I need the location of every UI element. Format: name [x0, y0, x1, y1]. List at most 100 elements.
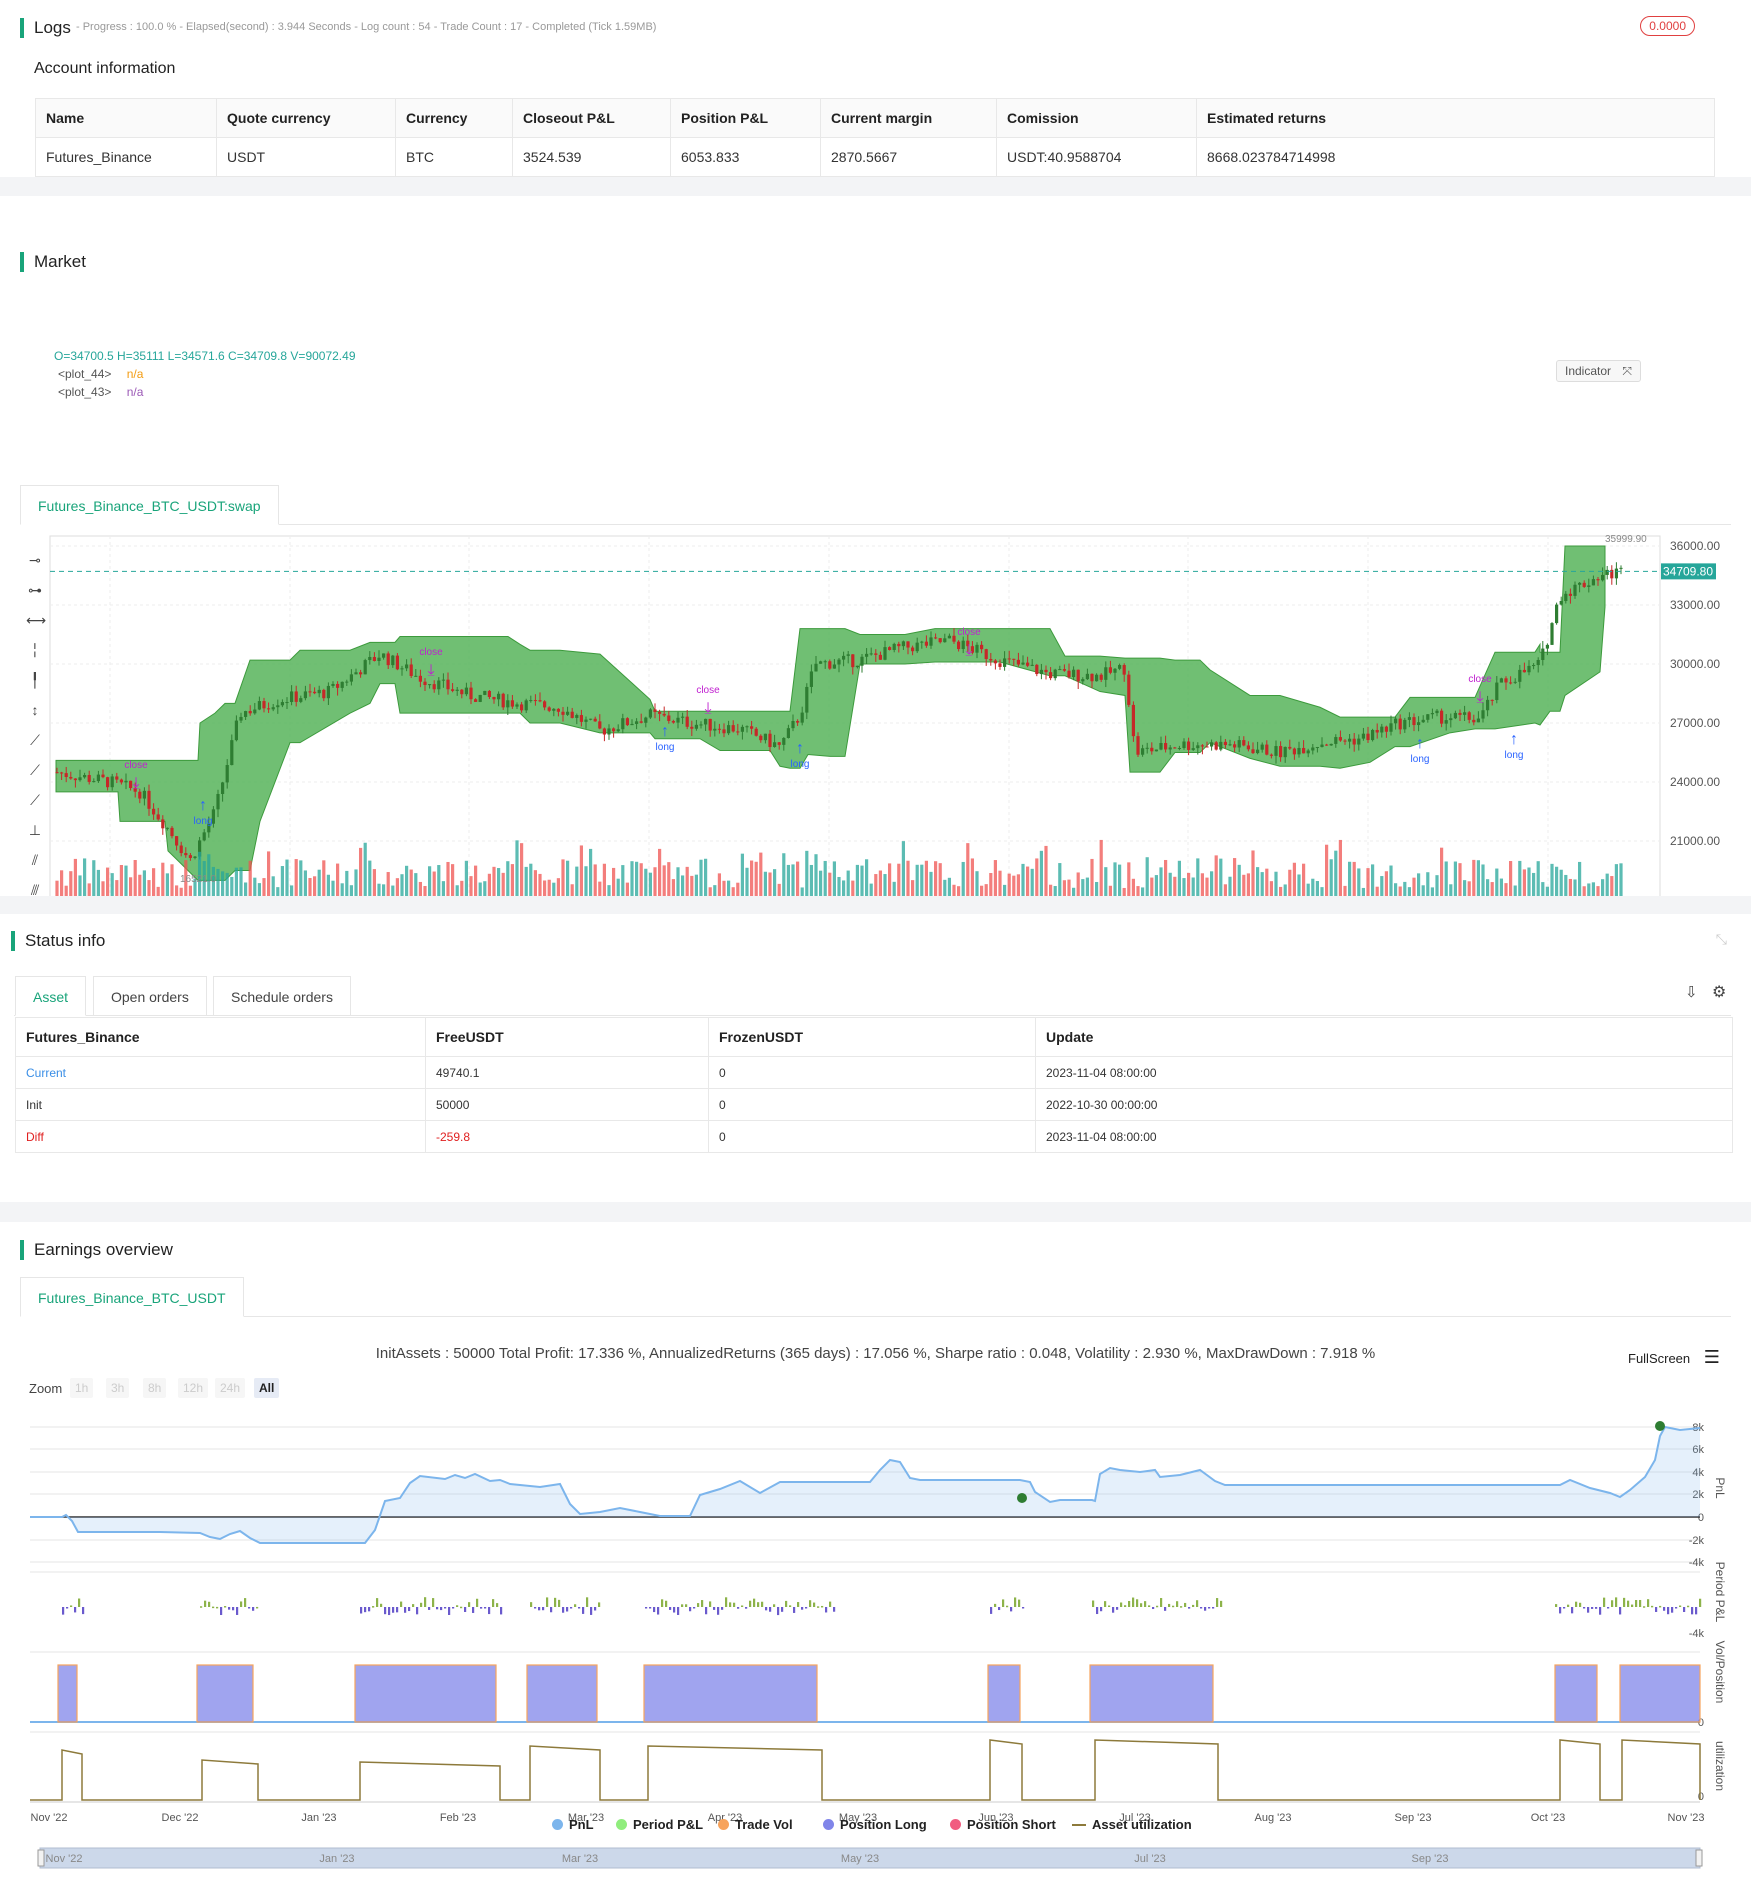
period-pnl-bar: [1567, 1604, 1570, 1607]
period-pnl-bar: [697, 1603, 700, 1607]
legend-label: PnL: [569, 1817, 594, 1832]
navigator-tick-label: Nov '22: [46, 1853, 83, 1865]
pnl-tick-label: -4k: [1689, 1557, 1705, 1569]
period-pnl-bar: [797, 1602, 800, 1607]
period-pnl-bar: [1128, 1600, 1131, 1607]
position-long-block: [1554, 1664, 1598, 1723]
period-pnl-bar: [590, 1607, 593, 1615]
legend-item[interactable]: Position Short: [950, 1817, 1056, 1832]
period-pnl-bar: [1116, 1607, 1119, 1610]
period-pnl-bar: [1212, 1607, 1215, 1609]
period-pnl-bar: [1611, 1600, 1614, 1607]
period-pnl-bar: [753, 1598, 756, 1607]
earnings-chart[interactable]: 8k6k4k2k0-2k-4kPnLPeriod P&LVol/Position…: [0, 0, 1751, 1900]
period-pnl-bar: [1599, 1607, 1602, 1615]
period-pnl-bar: [1635, 1600, 1638, 1607]
x-tick-label: Dec '22: [162, 1812, 199, 1824]
period-pnl-bar: [673, 1607, 676, 1613]
pnl-tick-label: -2k: [1689, 1535, 1705, 1547]
period-pnl-bar: [701, 1600, 704, 1607]
period-pnl-bar: [737, 1607, 740, 1609]
period-pnl-bar: [372, 1606, 375, 1608]
legend-marker: [718, 1819, 729, 1830]
legend-item[interactable]: Position Long: [823, 1817, 927, 1832]
legend-item[interactable]: PnL: [552, 1817, 594, 1832]
legend-item[interactable]: Asset utilization: [1072, 1817, 1192, 1832]
period-pnl-bar: [785, 1600, 788, 1607]
period-pnl-bar: [594, 1607, 597, 1611]
period-pnl-bar: [749, 1600, 752, 1607]
period-pnl-bar: [990, 1607, 993, 1614]
navigator-tick-label: Sep '23: [1412, 1853, 1449, 1865]
period-pnl-bar: [1683, 1607, 1686, 1612]
period-pnl-bar: [224, 1606, 227, 1608]
position-long-block: [526, 1664, 598, 1723]
period-pnl-bar: [204, 1600, 207, 1607]
period-pnl-bar: [236, 1607, 239, 1615]
period-pnl-bar: [566, 1607, 569, 1612]
period-pnl-bar: [713, 1607, 716, 1610]
period-pnl-bar: [364, 1607, 367, 1613]
period-pnl-bar: [829, 1601, 832, 1607]
period-pnl-bar: [801, 1607, 804, 1610]
period-pnl-bar: [1579, 1602, 1582, 1607]
period-pnl-bar: [538, 1607, 541, 1611]
period-pnl-bar: [1627, 1600, 1630, 1607]
period-pnl-bar: [598, 1602, 601, 1607]
navigator-tick-label: May '23: [841, 1853, 879, 1865]
legend-marker: [823, 1819, 834, 1830]
period-pnl-bar: [546, 1597, 549, 1607]
legend-label: Position Long: [840, 1817, 927, 1832]
period-pnl-bar: [1595, 1607, 1598, 1609]
position-long-block: [196, 1664, 254, 1723]
period-pnl-bar: [360, 1607, 363, 1614]
legend-item[interactable]: Period P&L: [616, 1817, 703, 1832]
period-pnl-bar: [212, 1606, 215, 1609]
legend-label: Position Short: [967, 1817, 1056, 1832]
axis-title: Period P&L: [1713, 1562, 1727, 1623]
period-pnl-bar: [765, 1607, 768, 1611]
period-pnl-bar: [1010, 1607, 1013, 1612]
period-pnl-bar: [1152, 1607, 1155, 1610]
period-pnl-bar: [62, 1607, 65, 1615]
period-pnl-bar: [657, 1607, 660, 1615]
period-pnl-bar: [1006, 1605, 1009, 1608]
period-pnl-bar: [1096, 1607, 1099, 1615]
period-pnl-bar: [813, 1602, 816, 1607]
period-pnl-bar: [669, 1607, 672, 1610]
period-pnl-bar: [578, 1607, 581, 1609]
period-pnl-bar: [653, 1607, 656, 1613]
x-tick-label: Nov '22: [31, 1812, 68, 1824]
period-pnl-bar: [777, 1607, 780, 1616]
legend-item[interactable]: Trade Vol: [718, 1817, 793, 1832]
period-pnl-bar: [685, 1604, 688, 1607]
period-pnl-bar: [582, 1607, 585, 1614]
period-pnl-bar: [745, 1607, 748, 1609]
period-pnl-bar: [496, 1603, 499, 1607]
period-pnl-bar: [1192, 1604, 1195, 1607]
period-pnl-bar: [1575, 1601, 1578, 1607]
period-pnl-bar: [1132, 1597, 1135, 1607]
period-pnl-bar: [460, 1606, 463, 1609]
x-tick-label: Sep '23: [1395, 1812, 1432, 1824]
period-pnl-bar: [717, 1607, 720, 1615]
period-pnl-bar: [488, 1607, 491, 1615]
legend-marker: [552, 1819, 563, 1830]
period-pnl-bar: [440, 1607, 443, 1611]
period-pnl-bar: [649, 1607, 652, 1609]
period-pnl-bar: [220, 1607, 223, 1616]
x-tick-label: Feb '23: [440, 1812, 476, 1824]
axis-title: PnL: [1713, 1477, 1727, 1499]
period-pnl-bar: [456, 1605, 459, 1607]
period-pnl-bar: [448, 1607, 451, 1615]
period-pnl-bar: [1124, 1605, 1127, 1607]
period-pnl-bar: [665, 1600, 668, 1607]
period-pnl-bar: [1120, 1602, 1123, 1607]
period-pnl-bar: [1168, 1603, 1171, 1607]
period-pnl-bar: [74, 1607, 77, 1613]
period-pnl-bar: [1196, 1600, 1199, 1607]
period-pnl-bar: [444, 1607, 447, 1609]
position-long-block: [354, 1664, 497, 1723]
period-pnl-bar: [562, 1607, 565, 1613]
period-pnl-bar: [1112, 1607, 1115, 1613]
